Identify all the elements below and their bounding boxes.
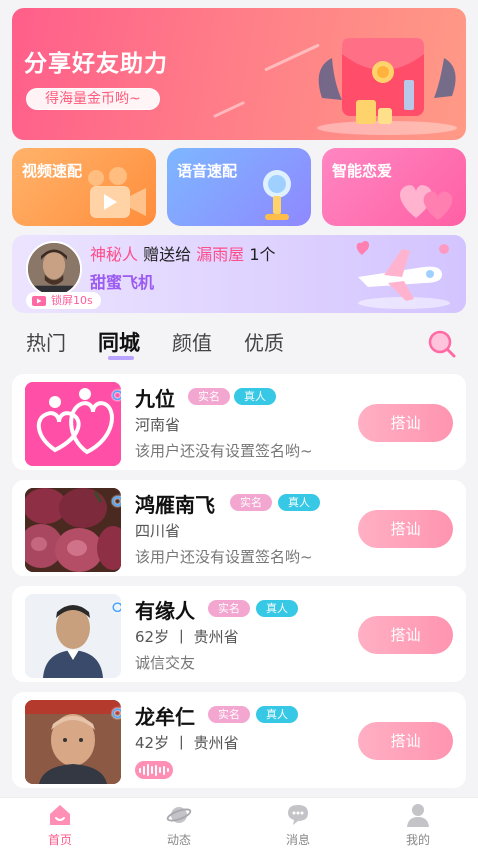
lock-screen-badge: 锁屏10s	[26, 292, 101, 309]
airplane-gift-icon	[356, 241, 450, 309]
user-avatar: ♂	[25, 488, 121, 572]
user-card[interactable]: ♂ 龙牟仁 实名 真人 42岁 丨 贵州省 搭讪	[12, 692, 466, 788]
user-location: 河南省	[135, 416, 181, 434]
lock-screen-label: 锁屏10s	[51, 294, 93, 307]
user-card[interactable]: ♂ 鸿雁南飞 实名 真人 四川省 该用户还没有设置签名哟~ 搭讪	[12, 480, 466, 576]
real-person-tag: 真人	[234, 388, 276, 405]
feature-label: 语音速配	[177, 162, 238, 180]
banner-subtitle: 得海量金币哟~	[26, 88, 160, 110]
user-age-location: 62岁 丨 贵州省	[135, 628, 239, 646]
gift-action: 赠送给	[143, 245, 192, 264]
male-icon: ♂	[111, 384, 121, 405]
male-icon: ♂	[111, 596, 121, 617]
chat-up-button[interactable]: 搭讪	[358, 616, 453, 654]
user-signature: 该用户还没有设置签名哟~	[135, 548, 313, 566]
user-card[interactable]: ♂ 有缘人 实名 真人 62岁 丨 贵州省 诚信交友 搭讪	[12, 586, 466, 682]
user-avatar: ♂	[25, 382, 121, 466]
profile-icon	[407, 804, 429, 827]
real-person-tag: 真人	[256, 600, 298, 617]
home-icon	[50, 805, 70, 825]
video-play-icon	[32, 295, 46, 306]
male-icon: ♂	[111, 490, 121, 511]
voice-match-card[interactable]: 语音速配	[167, 148, 311, 226]
verified-tag: 实名	[208, 600, 250, 617]
nav-home[interactable]: 首页	[30, 802, 90, 848]
user-card[interactable]: ♂ 九位 实名 真人 河南省 该用户还没有设置签名哟~ 搭讪	[12, 374, 466, 470]
sender-avatar	[26, 241, 82, 297]
smart-love-card[interactable]: 智能恋爱	[322, 148, 466, 226]
red-envelope-gift-icon	[317, 38, 457, 135]
microphone-icon	[263, 170, 291, 220]
gift-message: 神秘人 赠送给 漏雨屋 1个	[90, 241, 276, 265]
chat-up-button[interactable]: 搭讪	[358, 510, 453, 548]
banner-streak	[212, 100, 246, 119]
gift-count: 1个	[249, 245, 276, 264]
feature-label: 视频速配	[22, 162, 83, 180]
gift-receiver: 漏雨屋	[196, 245, 245, 264]
user-name: 有缘人	[135, 599, 195, 623]
nav-moments[interactable]: 动态	[149, 802, 209, 848]
tab-same-city[interactable]: 同城	[98, 327, 140, 357]
chat-bubble-icon	[288, 805, 308, 825]
nav-messages[interactable]: 消息	[268, 802, 328, 848]
share-banner[interactable]: 分享好友助力 得海量金币哟~	[12, 8, 466, 140]
user-avatar: ♂	[25, 700, 121, 784]
planet-icon	[166, 807, 192, 823]
user-avatar: ♂	[25, 594, 121, 678]
real-person-tag: 真人	[278, 494, 320, 511]
user-age-location: 42岁 丨 贵州省	[135, 734, 239, 752]
search-icon[interactable]	[427, 329, 457, 359]
user-location: 四川省	[135, 522, 181, 540]
user-signature: 该用户还没有设置签名哟~	[135, 442, 313, 460]
chat-up-button[interactable]: 搭讪	[358, 722, 453, 760]
nav-profile[interactable]: 我的	[388, 802, 448, 848]
user-name: 九位	[135, 387, 175, 411]
video-match-card[interactable]: 视频速配	[12, 148, 156, 226]
nav-label: 动态	[166, 833, 191, 847]
active-tab-indicator	[108, 356, 134, 360]
voice-intro-icon[interactable]	[135, 761, 173, 779]
verified-tag: 实名	[208, 706, 250, 723]
chat-up-button[interactable]: 搭讪	[358, 404, 453, 442]
nav-label: 我的	[405, 833, 430, 847]
nav-label: 首页	[47, 833, 72, 847]
verified-tag: 实名	[188, 388, 230, 405]
user-name: 鸿雁南飞	[135, 493, 215, 517]
bottom-nav: 首页 动态 消息 我的	[0, 797, 478, 850]
video-camera-icon	[88, 167, 146, 218]
user-name: 龙牟仁	[135, 705, 195, 729]
real-person-tag: 真人	[256, 706, 298, 723]
verified-tag: 实名	[230, 494, 272, 511]
banner-title: 分享好友助力	[24, 51, 168, 77]
gift-broadcast-banner[interactable]: 神秘人 赠送给 漏雨屋 1个 甜蜜飞机 锁屏10s	[12, 235, 466, 313]
gift-name: 甜蜜飞机	[90, 273, 155, 292]
tab-hot[interactable]: 热门	[26, 327, 66, 356]
user-signature: 诚信交友	[135, 654, 196, 672]
hearts-icon	[400, 185, 453, 220]
tab-looks[interactable]: 颜值	[172, 327, 212, 356]
nav-label: 消息	[285, 833, 310, 847]
male-icon: ♂	[111, 702, 121, 723]
tab-quality[interactable]: 优质	[244, 327, 284, 356]
gift-sender: 神秘人	[90, 245, 139, 264]
feature-label: 智能恋爱	[332, 162, 393, 180]
